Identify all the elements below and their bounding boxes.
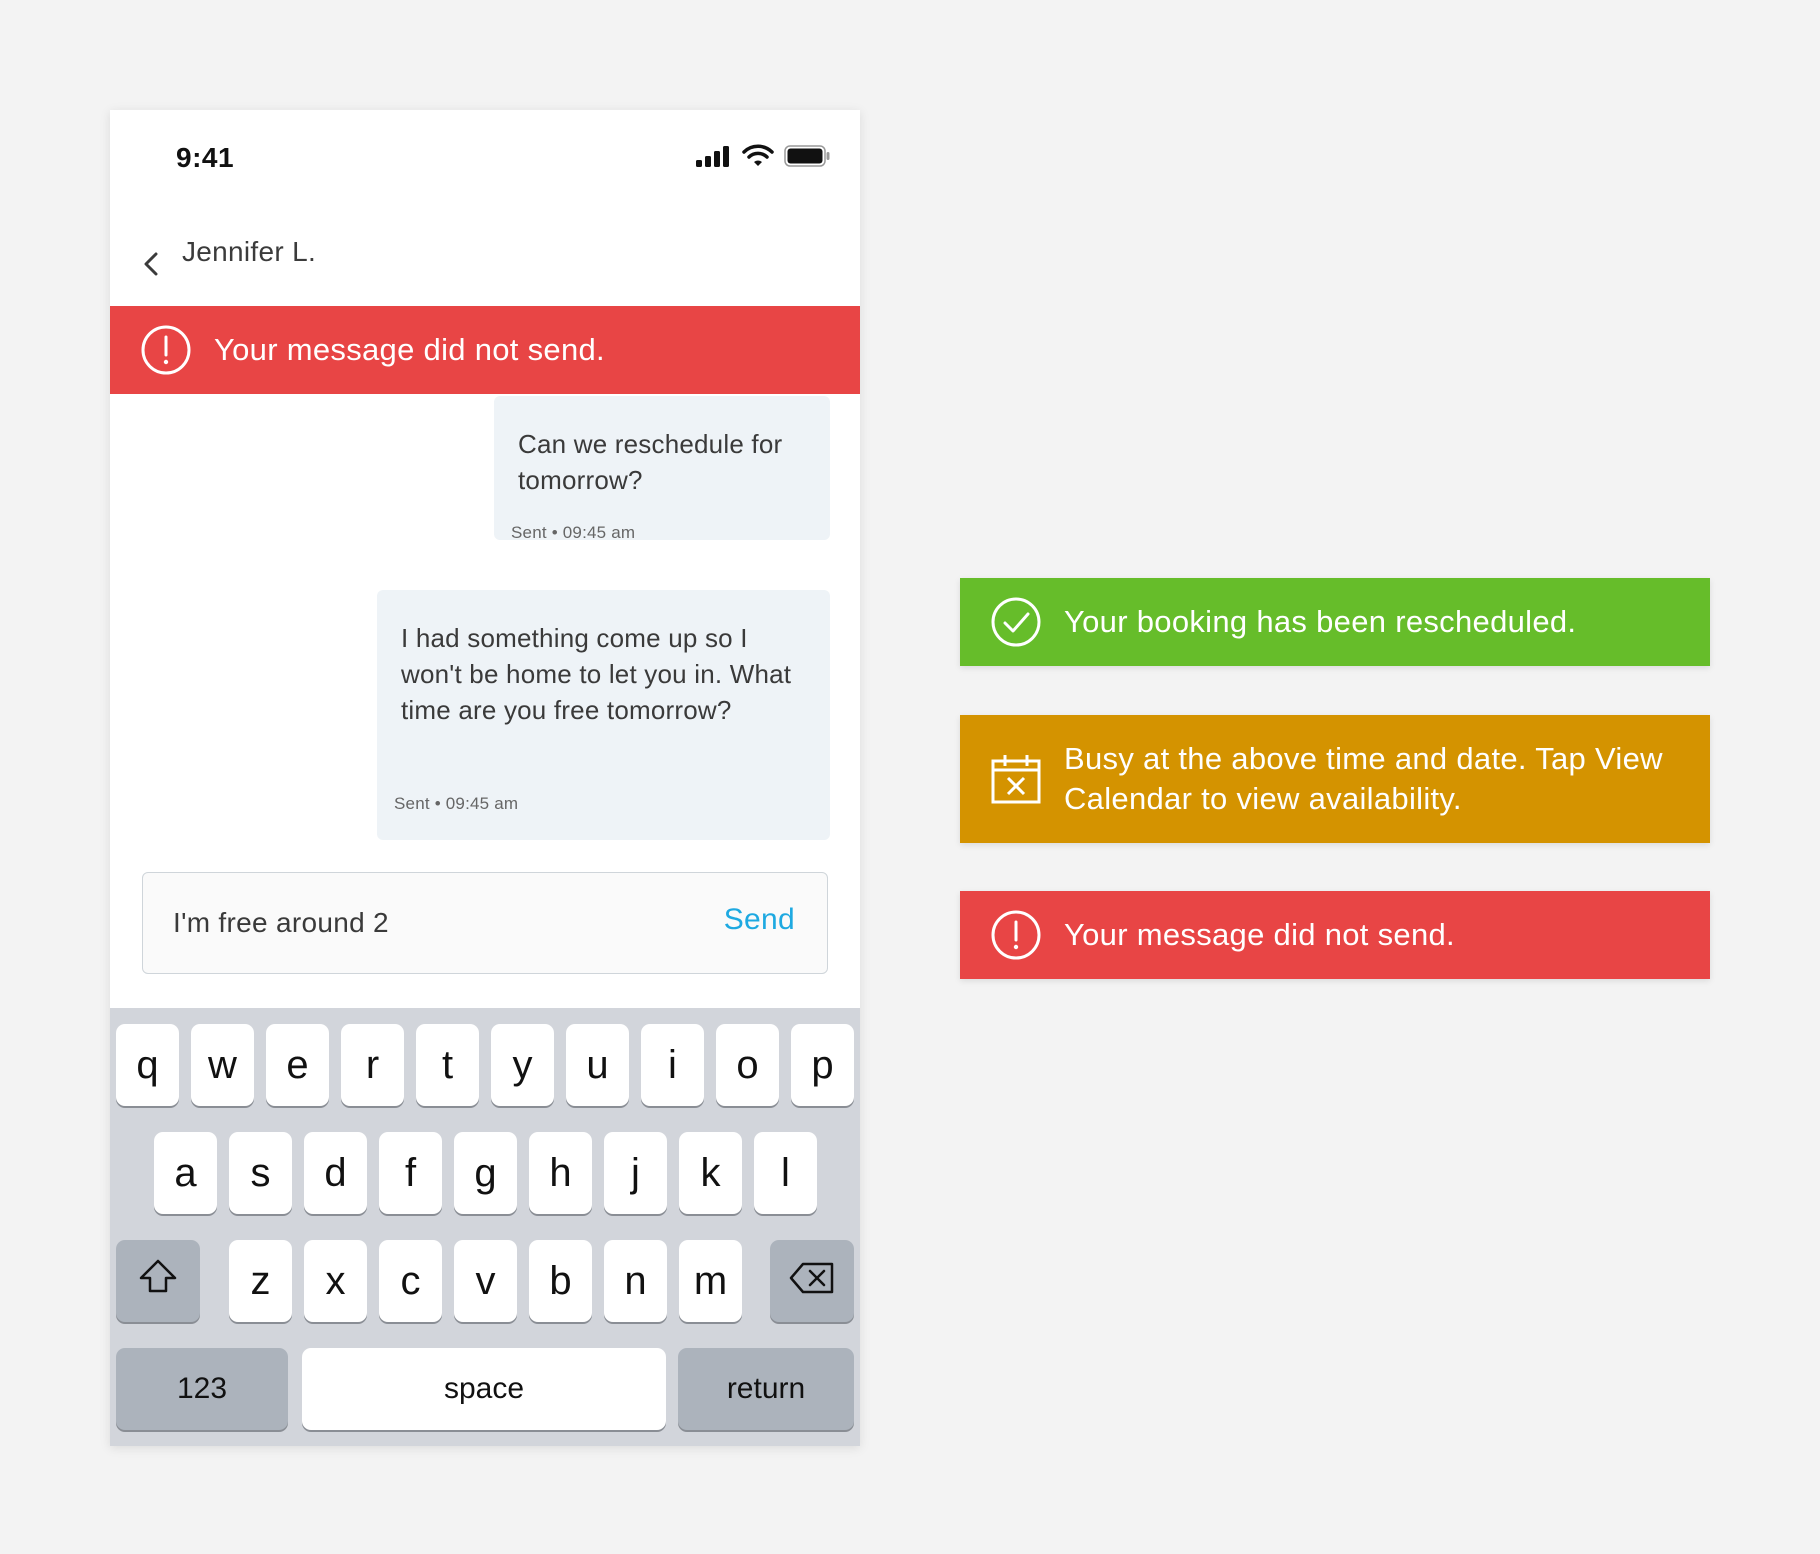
message-bubble[interactable]: I had something come up so I won't be ho… [377, 590, 830, 840]
message-bubble[interactable]: Can we reschedule for tomorrow? Sent • 0… [494, 396, 830, 542]
shift-key[interactable] [116, 1240, 200, 1322]
key[interactable]: o [716, 1024, 779, 1106]
key[interactable]: v [454, 1240, 517, 1322]
status-time: 9:41 [176, 142, 235, 173]
key[interactable]: z [229, 1240, 292, 1322]
key[interactable]: s [229, 1132, 292, 1214]
error-toast-text: Your message did not send. [1064, 917, 1455, 952]
battery-icon [784, 145, 830, 172]
success-toast: Your booking has been rescheduled. [960, 578, 1710, 666]
key[interactable]: j [604, 1132, 667, 1214]
exclamation-circle-icon [990, 909, 1042, 961]
exclamation-circle-icon [140, 324, 192, 376]
key[interactable]: e [266, 1024, 329, 1106]
backspace-icon [789, 1259, 835, 1304]
backspace-key[interactable] [770, 1240, 854, 1322]
conversation-title: Jennifer L. [182, 236, 317, 267]
error-banner-text: Your message did not send. [214, 332, 605, 367]
key[interactable]: b [529, 1240, 592, 1322]
key[interactable]: a [154, 1132, 217, 1214]
key[interactable]: l [754, 1132, 817, 1214]
key[interactable]: c [379, 1240, 442, 1322]
key[interactable]: w [191, 1024, 254, 1106]
key[interactable]: n [604, 1240, 667, 1322]
space-key[interactable]: space [302, 1348, 666, 1430]
success-toast-text: Your booking has been rescheduled. [1064, 604, 1577, 639]
message-status: Sent • 09:45 am [511, 523, 636, 542]
key[interactable]: m [679, 1240, 742, 1322]
message-input[interactable] [173, 903, 673, 943]
error-toast: Your message did not send. [960, 891, 1710, 979]
status-bar: 9:41 [110, 110, 860, 206]
key[interactable]: t [416, 1024, 479, 1106]
key[interactable]: i [641, 1024, 704, 1106]
key[interactable]: h [529, 1132, 592, 1214]
key[interactable]: k [679, 1132, 742, 1214]
key[interactable]: q [116, 1024, 179, 1106]
return-key[interactable]: return [678, 1348, 854, 1430]
key[interactable]: y [491, 1024, 554, 1106]
key[interactable]: p [791, 1024, 854, 1106]
message-text: Can we reschedule for tomorrow? [518, 429, 783, 495]
message-text: I had something come up so I won't be ho… [401, 623, 792, 725]
send-button[interactable]: Send [724, 903, 795, 937]
key[interactable]: d [304, 1132, 367, 1214]
status-icons [696, 144, 830, 173]
calendar-x-icon [990, 753, 1042, 805]
key[interactable]: x [304, 1240, 367, 1322]
shift-icon [138, 1258, 178, 1304]
warning-toast: Busy at the above time and date. Tap Vie… [960, 715, 1710, 843]
error-banner: Your message did not send. [110, 306, 860, 394]
key[interactable]: r [341, 1024, 404, 1106]
key[interactable]: g [454, 1132, 517, 1214]
check-circle-icon [990, 596, 1042, 648]
warning-toast-text: Busy at the above time and date. Tap Vie… [1064, 741, 1663, 816]
phone-screen: 9:41 Jennifer L. Your message did not se… [110, 110, 860, 1446]
signal-icon [696, 145, 732, 172]
message-composer: Send [142, 872, 828, 974]
numbers-key[interactable]: 123 [116, 1348, 288, 1430]
keyboard: q w e r t y u i o p a s d f g h j k l z … [110, 1008, 860, 1446]
back-chevron-icon[interactable] [134, 234, 174, 294]
message-status: Sent • 09:45 am [394, 794, 519, 813]
wifi-icon [742, 144, 774, 173]
key[interactable]: f [379, 1132, 442, 1214]
key[interactable]: u [566, 1024, 629, 1106]
